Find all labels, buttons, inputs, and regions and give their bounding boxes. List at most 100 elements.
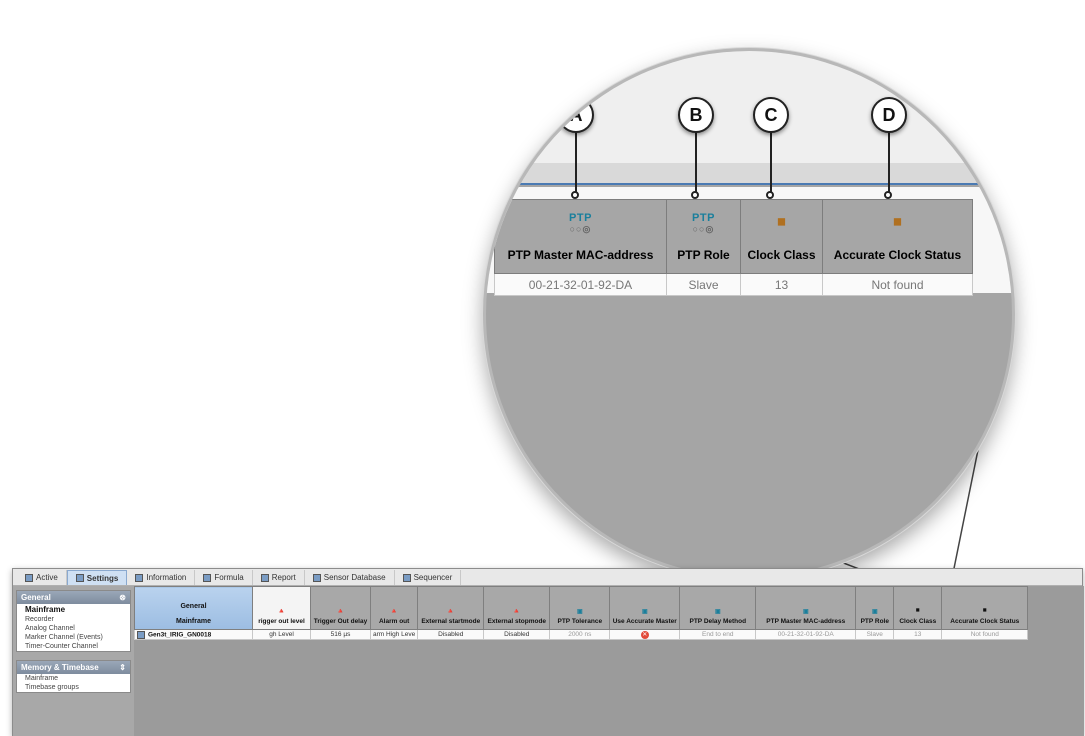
grid-header-general[interactable]: General Mainframe (134, 586, 253, 630)
tab-sensor-database[interactable]: Sensor Database (305, 570, 395, 585)
zoom-table: PTP ○○◎ PTP Master MAC-address PTP ○○◎ P… (494, 199, 973, 296)
cell-ptp-delay-method[interactable]: End to end (679, 629, 757, 640)
clock-class-icon: ⏹ (777, 214, 786, 231)
callout-a: A (558, 97, 594, 133)
sensor-database-icon (312, 573, 321, 582)
row-name-cell[interactable]: Gen3t_IRIG_GN0018 (134, 629, 253, 640)
memory-panel: Memory & Timebase ⇕ Mainframe Timebase g… (16, 660, 131, 693)
callout-b-pin (695, 123, 697, 195)
callout-a-pin (575, 123, 577, 195)
sidebar-item-mainframe[interactable]: Mainframe (17, 604, 130, 615)
tab-active[interactable]: Active (17, 570, 67, 585)
ptp-icon: ▣ (714, 609, 721, 615)
zoom-table-row[interactable]: 00-21-32-01-92-DA Slave 13 Not found (494, 273, 973, 296)
sidebar-item-timebase-groups[interactable]: Timebase groups (17, 683, 130, 692)
cell-clock-class[interactable]: 13 (893, 629, 943, 640)
active-icon (25, 573, 33, 582)
trigger-icon: 🔺 (336, 608, 345, 615)
settings-icon (75, 574, 84, 582)
sidebar: General ⊗ Mainframe Recorder Analog Chan… (13, 586, 134, 736)
callout-d: D (871, 97, 907, 133)
zoom-header-role[interactable]: PTP ○○◎ PTP Role (666, 199, 741, 274)
memory-panel-header[interactable]: Memory & Timebase ⇕ (17, 661, 130, 674)
cell-trigger-out-delay[interactable]: 516 µs (310, 629, 371, 640)
general-panel: General ⊗ Mainframe Recorder Analog Chan… (16, 590, 131, 652)
sequencer-icon (402, 573, 411, 582)
clock-status-icon: ⏹ (893, 214, 902, 231)
tab-settings[interactable]: Settings (66, 570, 128, 585)
settings-table: General Mainframe 🔺 rigger out level 🔺 Tri… (134, 586, 1029, 640)
cell-ptp-tolerance[interactable]: 2000 ns (549, 629, 611, 640)
grid-header-accurate-clock-status[interactable]: ⏹ Accurate Clock Status (941, 586, 1029, 630)
cell-use-accurate-master[interactable]: ✕ (609, 629, 681, 640)
grid-header-external-stopmode[interactable]: 🔺 External stopmode (483, 586, 551, 630)
cell-external-startmode[interactable]: Disabled (417, 629, 485, 640)
settings-grid: General Mainframe 🔺 rigger out level 🔺 Tri… (134, 586, 1084, 736)
grid-header-use-accurate-master[interactable]: ▣ Use Accurate Master (609, 586, 681, 630)
formula-icon (203, 573, 212, 582)
callout-c-dot (766, 191, 774, 199)
grid-header-trigger-out-delay[interactable]: 🔺 Trigger Out delay (310, 586, 371, 630)
zoom-header-strip (486, 163, 1012, 185)
zoom-cell-role[interactable]: Slave (666, 273, 741, 296)
callout-b-dot (691, 191, 699, 199)
tab-sequencer[interactable]: Sequencer (395, 570, 462, 585)
alarm-icon: 🔺 (389, 608, 399, 615)
grid-header-clock-class[interactable]: ⏹ Clock Class (893, 586, 943, 630)
report-icon (260, 573, 269, 582)
tab-formula[interactable]: Formula (195, 570, 253, 585)
zoom-magnifier: PTP ○○◎ PTP Master MAC-address PTP ○○◎ P… (483, 48, 1015, 580)
trigger-icon: 🔺 (277, 608, 286, 615)
expand-icon[interactable]: ⇕ (119, 663, 126, 672)
callout-d-pin (888, 123, 890, 195)
cell-trigger-out-level[interactable]: gh Level (252, 629, 311, 640)
cell-accurate-clock-status[interactable]: Not found (941, 629, 1029, 640)
ptp-icon: PTP ○○◎ (692, 211, 715, 234)
sidebar-item-marker-channel[interactable]: Marker Channel (Events) (17, 633, 130, 642)
grid-header-ptp-role[interactable]: ▣ PTP Role (855, 586, 895, 630)
grid-header-ptp-master-mac[interactable]: ▣ PTP Master MAC-address (755, 586, 857, 630)
zoom-cell-clock-status[interactable]: Not found (822, 273, 973, 296)
callout-c-pin (770, 123, 772, 195)
recorder-icon (137, 630, 145, 639)
grid-header-external-startmode[interactable]: 🔺 External startmode (417, 586, 485, 630)
tab-report[interactable]: Report (253, 570, 305, 585)
error-icon: ✕ (640, 630, 649, 639)
zoom-header-mac[interactable]: PTP ○○◎ PTP Master MAC-address (494, 199, 667, 274)
callout-a-dot (571, 191, 579, 199)
tab-information[interactable]: Information (127, 570, 196, 585)
table-row[interactable]: Gen3t_IRIG_GN0018 gh Level 516 µs arm Hi… (134, 629, 1029, 640)
clock-status-icon: ⏹ (983, 607, 987, 614)
clock-class-icon: ⏹ (916, 607, 920, 614)
grid-header-alarm-out[interactable]: 🔺 Alarm out (369, 586, 419, 630)
tab-bar: Active Settings Information Formula Repo… (13, 569, 1082, 586)
sidebar-item-memory-mainframe[interactable]: Mainframe (17, 674, 130, 683)
cell-alarm-out[interactable]: arm High Leve (369, 629, 419, 640)
cell-external-stopmode[interactable]: Disabled (483, 629, 551, 640)
zoom-header-clock-status[interactable]: ⏹ Accurate Clock Status (822, 199, 973, 274)
sidebar-item-timer-counter[interactable]: Timer-Counter Channel (17, 642, 130, 651)
zoom-cell-mac[interactable]: 00-21-32-01-92-DA (494, 273, 667, 296)
zoom-header-clock-class[interactable]: ⏹ Clock Class (740, 199, 823, 274)
callout-c: C (753, 97, 789, 133)
callout-d-dot (884, 191, 892, 199)
ptp-icon: PTP ○○◎ (569, 211, 592, 234)
grid-header-trigger-out-level[interactable]: 🔺 rigger out level (252, 586, 311, 630)
grid-header-ptp-delay-method[interactable]: ▣ PTP Delay Method (679, 586, 757, 630)
ptp-icon: ▣ (641, 609, 648, 615)
cell-ptp-role[interactable]: Slave (855, 629, 895, 640)
general-panel-header[interactable]: General ⊗ (17, 591, 130, 604)
ptp-icon: ▣ (871, 609, 878, 615)
startmode-icon: 🔺 (446, 608, 456, 615)
callout-b: B (678, 97, 714, 133)
grid-header-ptp-tolerance[interactable]: ▣ PTP Tolerance (549, 586, 611, 630)
collapse-icon[interactable]: ⊗ (119, 593, 126, 602)
zoom-cell-clock-class[interactable]: 13 (740, 273, 823, 296)
cell-ptp-master-mac[interactable]: 00-21-32-01-92-DA (755, 629, 857, 640)
sidebar-item-analog-channel[interactable]: Analog Channel (17, 624, 130, 633)
ptp-icon: ▣ (576, 609, 583, 615)
information-icon (135, 573, 144, 582)
stopmode-icon: 🔺 (512, 608, 522, 615)
app-window: Active Settings Information Formula Repo… (12, 568, 1084, 736)
sidebar-item-recorder[interactable]: Recorder (17, 615, 130, 624)
